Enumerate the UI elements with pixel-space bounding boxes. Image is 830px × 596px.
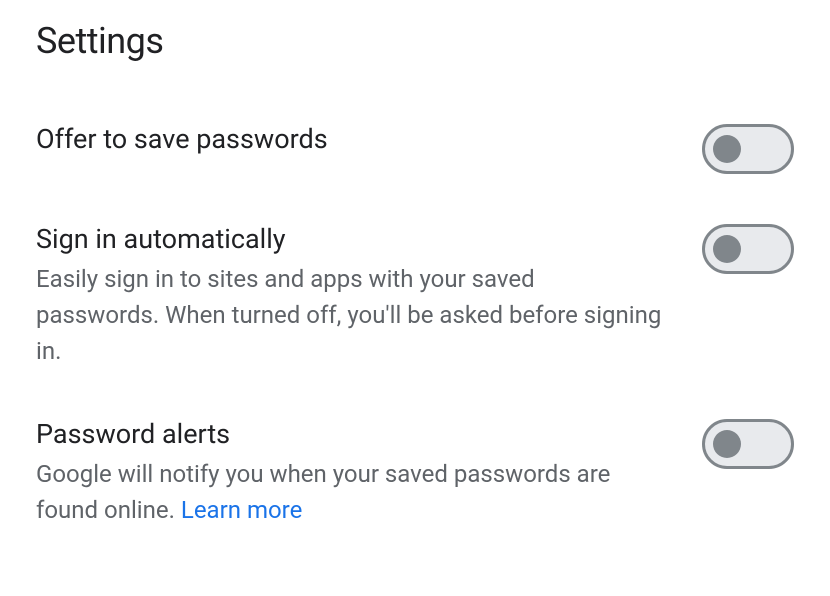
setting-description: Google will notify you when your saved p… [36, 456, 662, 528]
setting-text: Offer to save passwords [36, 122, 702, 161]
setting-label: Sign in automatically [36, 222, 662, 257]
setting-text: Sign in automatically Easily sign in to … [36, 222, 702, 369]
setting-text: Password alerts Google will notify you w… [36, 417, 702, 528]
toggle-thumb [713, 430, 741, 458]
toggle-password-alerts[interactable] [702, 419, 794, 469]
toggle-offer-save-passwords[interactable] [702, 124, 794, 174]
setting-label: Offer to save passwords [36, 122, 662, 157]
setting-offer-save-passwords: Offer to save passwords [36, 122, 794, 174]
setting-label: Password alerts [36, 417, 662, 452]
setting-description: Easily sign in to sites and apps with yo… [36, 261, 662, 369]
setting-password-alerts: Password alerts Google will notify you w… [36, 417, 794, 528]
description-text: Google will notify you when your saved p… [36, 460, 610, 524]
toggle-thumb [713, 135, 741, 163]
learn-more-link[interactable]: Learn more [181, 496, 302, 524]
setting-sign-in-automatically: Sign in automatically Easily sign in to … [36, 222, 794, 369]
page-title: Settings [36, 20, 794, 62]
toggle-sign-in-automatically[interactable] [702, 224, 794, 274]
toggle-thumb [713, 235, 741, 263]
